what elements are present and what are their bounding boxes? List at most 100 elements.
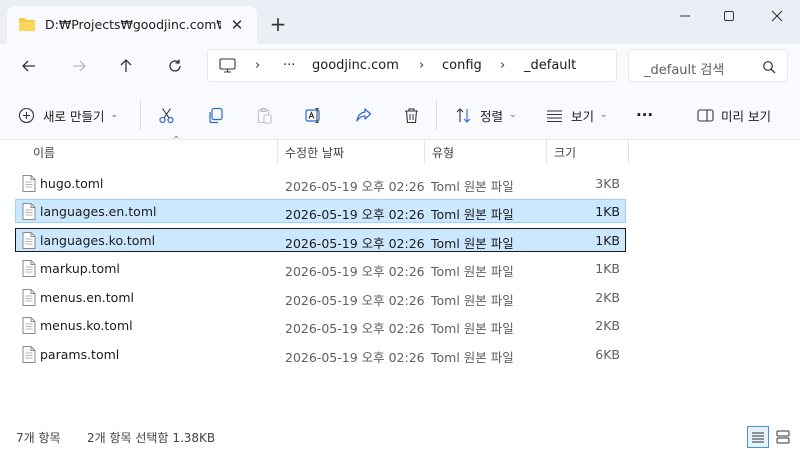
file-icon [22,175,36,192]
preview-pane-label: 미리 보기 [721,108,771,124]
chevron-down-icon: ⌄ [600,110,608,120]
breadcrumb-default[interactable]: _default [524,58,576,74]
file-icon [22,232,36,249]
chevron-right-icon[interactable]: › [419,58,424,73]
file-modified: 2026-05-19 오후 02:26 [285,293,425,308]
copy-button[interactable] [207,102,224,128]
file-size: 3KB [595,176,620,191]
tiles-view-button[interactable] [772,426,794,448]
up-arrow-icon [120,59,132,72]
toolbar-divider [436,100,437,130]
file-row[interactable]: languages.ko.toml 2026-05-19 오후 02:26 To… [15,228,626,252]
cut-button[interactable] [158,102,175,128]
file-row[interactable]: languages.en.toml 2026-05-19 오후 02:26 To… [15,199,626,223]
breadcrumb-overflow[interactable]: ··· [283,58,295,74]
new-button[interactable]: 새로 만들기 ⌄ [18,102,118,128]
maximize-button[interactable] [706,0,752,32]
chevron-down-icon: ⌄ [110,110,119,120]
column-header-name[interactable]: 이름 ⌃ [26,135,278,164]
share-button[interactable] [355,102,372,128]
search-box[interactable]: _default 검색 [628,49,788,82]
file-modified: 2026-05-19 오후 02:26 [285,236,425,251]
minimize-button[interactable] [662,0,708,32]
paste-button[interactable] [256,102,273,128]
close-window-button[interactable] [754,0,800,32]
plus-circle-icon [18,107,35,123]
sort-ascending-icon: ⌃ [172,135,181,146]
column-header-modified[interactable]: 수정한 날짜 [278,140,425,164]
breadcrumb-config[interactable]: config [442,58,482,74]
file-icon [22,260,36,277]
navigation-bar: › ··· goodjinc.com › config › _default _… [0,44,800,88]
view-button[interactable]: 보기 ⌄ [546,102,608,128]
column-header-type[interactable]: 유형 [425,140,547,164]
file-type: Toml 원본 파일 [431,264,514,279]
address-bar[interactable]: › ··· goodjinc.com › config › _default [207,49,617,82]
file-row[interactable]: menus.ko.toml 2026-05-19 오후 02:26 Toml 원… [15,313,626,337]
file-row[interactable]: markup.toml 2026-05-19 오후 02:26 Toml 원본 … [15,256,626,280]
file-row[interactable]: params.toml 2026-05-19 오후 02:26 Toml 원본 … [15,342,626,366]
forward-button[interactable] [65,52,93,80]
file-icon [22,317,36,334]
back-button[interactable] [15,52,43,80]
file-row[interactable]: menus.en.toml 2026-05-19 오후 02:26 Toml 원… [15,285,626,309]
file-modified: 2026-05-19 오후 02:26 [285,264,425,279]
file-modified: 2026-05-19 오후 02:26 [285,207,425,222]
copy-icon [209,107,223,123]
share-icon [356,107,372,122]
chevron-down-icon: ⌄ [509,110,517,120]
refresh-button[interactable] [161,52,189,80]
refresh-icon [169,59,181,72]
rename-button[interactable] [305,102,322,128]
chevron-right-icon[interactable]: › [500,58,505,73]
tab-current-folder[interactable]: D:₩Projects₩goodjinc.com₩c ✕ [7,6,257,44]
file-icon [22,346,36,363]
computer-icon [219,58,236,73]
file-list: 이름 ⌃ 수정한 날짜 유형 크기 hugo.toml 2026-05-19 오… [0,135,800,420]
file-type: Toml 원본 파일 [431,350,514,365]
preview-pane-button[interactable]: 미리 보기 [697,102,771,128]
file-name: markup.toml [40,261,120,276]
file-modified: 2026-05-19 오후 02:26 [285,321,425,336]
column-header-modified-label: 수정한 날짜 [285,145,345,160]
file-name: languages.en.toml [40,204,157,219]
view-button-label: 보기 [571,108,595,124]
rename-icon [305,107,320,123]
back-arrow-icon [22,60,35,72]
file-size: 6KB [595,347,620,362]
search-input[interactable]: _default 검색 [644,59,724,78]
up-button[interactable] [112,52,140,80]
column-header-size[interactable]: 크기 [547,140,629,164]
tiles-view-icon [776,430,790,444]
file-size: 1KB [595,261,620,276]
breadcrumb-goodjinc[interactable]: goodjinc.com [312,58,399,74]
status-selection: 2개 항목 선택함 1.38KB [87,431,216,445]
tab-close-button[interactable]: ✕ [226,14,248,36]
preview-pane-icon [697,108,714,122]
chevron-right-icon[interactable]: › [255,58,260,73]
file-modified: 2026-05-19 오후 02:26 [285,350,425,365]
tab-title: D:₩Projects₩goodjinc.com₩c [45,17,221,32]
folder-icon [19,18,35,31]
minimize-icon [680,15,690,17]
column-header-name-label: 이름 [33,145,56,160]
column-headers: 이름 ⌃ 수정한 날짜 유형 크기 [0,135,800,164]
file-row[interactable]: hugo.toml 2026-05-19 오후 02:26 Toml 원본 파일… [15,171,626,195]
new-tab-button[interactable]: + [266,12,290,36]
title-bar: D:₩Projects₩goodjinc.com₩c ✕ + [0,0,800,44]
file-size: 1KB [595,233,620,248]
close-icon [771,10,783,22]
delete-button[interactable] [403,102,420,128]
paste-icon [257,107,272,124]
file-name: languages.ko.toml [40,233,156,248]
file-name: menus.ko.toml [40,318,133,333]
list-view-icon [547,109,562,122]
file-name: params.toml [40,347,120,362]
file-modified: 2026-05-19 오후 02:26 [285,179,425,194]
file-size: 2KB [595,318,620,333]
file-type: Toml 원본 파일 [431,293,514,308]
more-options-button[interactable]: ··· [636,102,653,128]
file-type: Toml 원본 파일 [431,321,514,336]
sort-button[interactable]: 정렬 ⌄ [455,102,517,128]
details-view-button[interactable] [747,426,769,448]
